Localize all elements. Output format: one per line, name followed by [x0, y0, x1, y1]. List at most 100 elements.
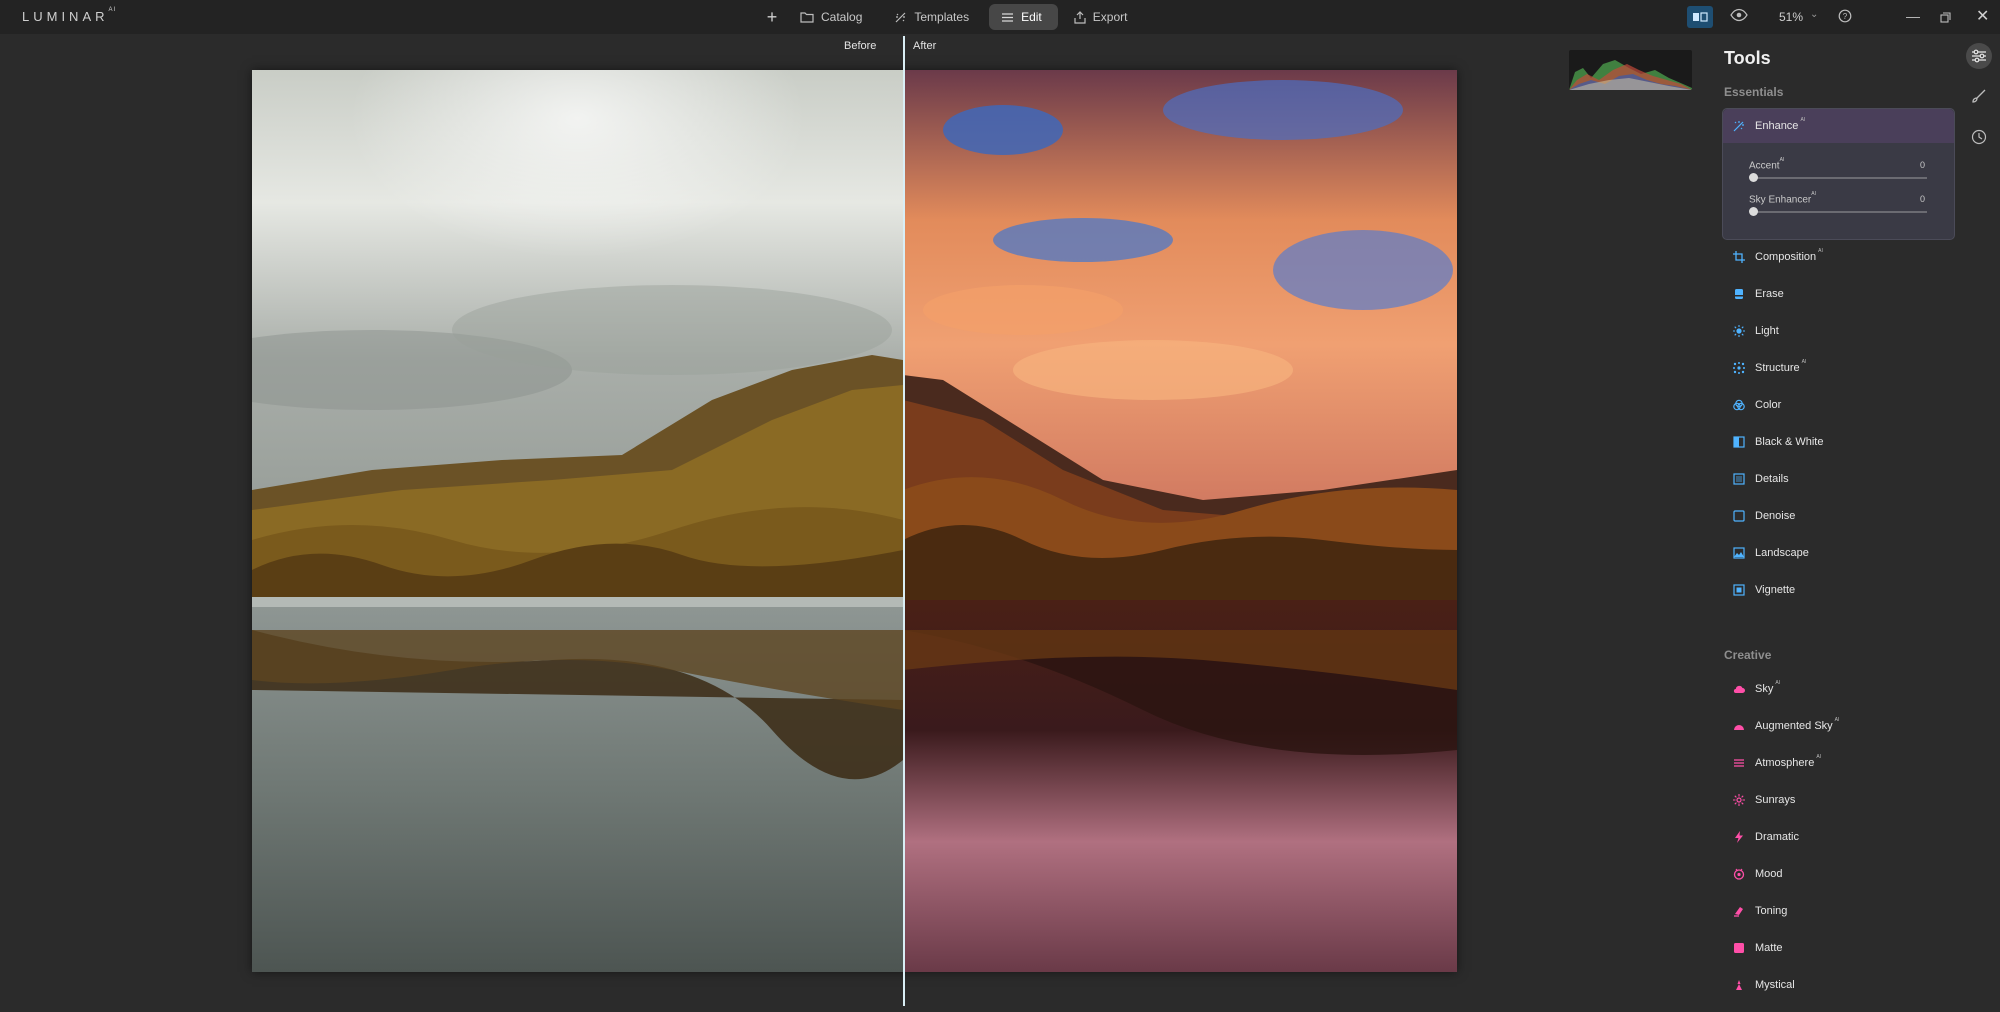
augmented-sky-icon	[1733, 720, 1745, 732]
vignette-icon	[1733, 584, 1745, 596]
clock-icon	[1971, 129, 1987, 145]
before-image	[252, 70, 903, 972]
tool-augmented-sky[interactable]: Augmented Sky AI	[1733, 717, 1840, 734]
brush-icon	[1972, 89, 1986, 103]
svg-text:?: ?	[1843, 12, 1848, 21]
tool-label: Matte	[1755, 942, 1783, 954]
zoom-dropdown-icon[interactable]: ⌄	[1810, 9, 1818, 20]
photo-canvas[interactable]	[252, 70, 1457, 972]
minimize-button[interactable]: —	[1906, 8, 1920, 24]
sky-enhancer-slider-label: Sky EnhancerAI	[1749, 191, 1816, 206]
lightning-icon	[1733, 831, 1745, 843]
tool-landscape[interactable]: Landscape	[1733, 545, 1809, 561]
tab-catalog-label: Catalog	[821, 10, 863, 24]
tab-export[interactable]: Export	[1062, 4, 1144, 30]
mood-icon	[1733, 868, 1745, 880]
sky-enhancer-slider-track[interactable]	[1753, 211, 1927, 213]
sunrays-icon	[1733, 794, 1745, 806]
tool-dramatic[interactable]: Dramatic	[1733, 829, 1799, 845]
tool-atmosphere[interactable]: Atmosphere AI	[1733, 754, 1822, 771]
details-icon	[1733, 473, 1745, 485]
accent-slider-track[interactable]	[1753, 177, 1927, 179]
atmosphere-icon	[1733, 757, 1745, 769]
preview-toggle[interactable]	[1730, 8, 1748, 27]
tool-label: Sunrays	[1755, 794, 1796, 806]
tool-label: Details	[1755, 473, 1789, 485]
color-icon	[1733, 399, 1745, 411]
brush-rail-button[interactable]	[1966, 83, 1992, 109]
tab-edit[interactable]: Edit	[989, 4, 1058, 30]
restore-button[interactable]	[1940, 10, 1951, 28]
accent-slider-label: AccentAI	[1749, 157, 1785, 172]
sun-icon	[1733, 325, 1745, 337]
restore-icon	[1940, 12, 1951, 23]
compare-view-button[interactable]	[1687, 6, 1713, 28]
tool-enhance[interactable]: Enhance AI	[1733, 117, 1805, 134]
histogram	[1569, 50, 1692, 90]
tool-enhance-label: Enhance	[1755, 120, 1799, 132]
denoise-icon	[1733, 510, 1745, 522]
tool-label: Sky AI	[1755, 680, 1781, 695]
tool-mood[interactable]: Mood	[1733, 866, 1783, 882]
tool-structure[interactable]: Structure AI	[1733, 359, 1807, 376]
essentials-section-label: Essentials	[1724, 85, 1784, 99]
tool-label: Color	[1755, 399, 1782, 411]
main-nav: + Catalog Templates Edit Export	[760, 4, 1143, 30]
adjustments-icon	[1972, 49, 1986, 63]
tool-label: Mood	[1755, 868, 1783, 880]
help-button[interactable]: ?	[1838, 9, 1852, 28]
histogram-graph	[1569, 60, 1692, 90]
top-bar: LUMINARAI + Catalog Templates Edit Expor…	[0, 0, 2000, 34]
tool-details[interactable]: Details	[1733, 471, 1789, 487]
after-label: After	[913, 40, 937, 52]
tool-label: Vignette	[1755, 584, 1796, 596]
tool-toning[interactable]: Toning	[1733, 903, 1787, 919]
edit-sliders-icon	[1002, 12, 1014, 22]
split-view-icon	[1693, 12, 1708, 22]
toning-icon	[1733, 905, 1745, 917]
matte-icon	[1733, 942, 1745, 954]
tool-label: Atmosphere AI	[1755, 754, 1822, 769]
tool-mystical[interactable]: Mystical	[1733, 977, 1795, 993]
tool-denoise[interactable]: Denoise	[1733, 508, 1795, 524]
tool-sky[interactable]: Sky AI	[1733, 680, 1781, 697]
after-image	[903, 70, 1457, 972]
tool-color[interactable]: Color	[1733, 397, 1781, 413]
structure-icon	[1733, 362, 1745, 374]
tab-templates[interactable]: Templates	[882, 4, 985, 30]
creative-section-label: Creative	[1724, 648, 1772, 662]
tool-label: Erase	[1755, 288, 1784, 300]
tool-label: Black & White	[1755, 436, 1824, 448]
sky-enhancer-slider-value: 0	[1920, 194, 1926, 204]
tool-label: Structure AI	[1755, 359, 1807, 374]
tab-edit-label: Edit	[1021, 10, 1042, 24]
tool-label: Landscape	[1755, 547, 1809, 559]
tool-sunrays[interactable]: Sunrays	[1733, 792, 1795, 808]
add-photos-button[interactable]: +	[760, 4, 784, 30]
tool-vignette[interactable]: Vignette	[1733, 582, 1795, 598]
tool-black-white[interactable]: Black & White	[1733, 434, 1823, 450]
tool-erase[interactable]: Erase	[1733, 286, 1784, 302]
cloud-icon	[1733, 683, 1745, 695]
close-button[interactable]: ✕	[1976, 6, 1989, 26]
tool-label: Mystical	[1755, 979, 1795, 991]
accent-slider-handle[interactable]	[1749, 173, 1758, 182]
tools-rail-button[interactable]	[1966, 43, 1992, 69]
tool-label: Denoise	[1755, 510, 1796, 522]
tab-templates-label: Templates	[914, 10, 970, 24]
tab-catalog[interactable]: Catalog	[788, 4, 878, 30]
eye-icon	[1730, 8, 1748, 22]
accent-slider-value: 0	[1920, 160, 1926, 170]
tool-label: Augmented Sky AI	[1755, 717, 1840, 732]
tool-matte[interactable]: Matte	[1733, 940, 1783, 956]
zoom-level[interactable]: 51%	[1779, 10, 1803, 24]
mystical-icon	[1733, 979, 1745, 991]
tab-export-label: Export	[1092, 10, 1128, 24]
before-after-divider[interactable]	[903, 36, 905, 1006]
tool-composition[interactable]: Composition AI	[1733, 248, 1823, 265]
export-icon	[1074, 10, 1086, 24]
sky-enhancer-slider-handle[interactable]	[1749, 207, 1758, 216]
history-rail-button[interactable]	[1966, 124, 1992, 150]
tool-light[interactable]: Light	[1733, 323, 1779, 339]
enhance-icon	[1733, 120, 1745, 132]
